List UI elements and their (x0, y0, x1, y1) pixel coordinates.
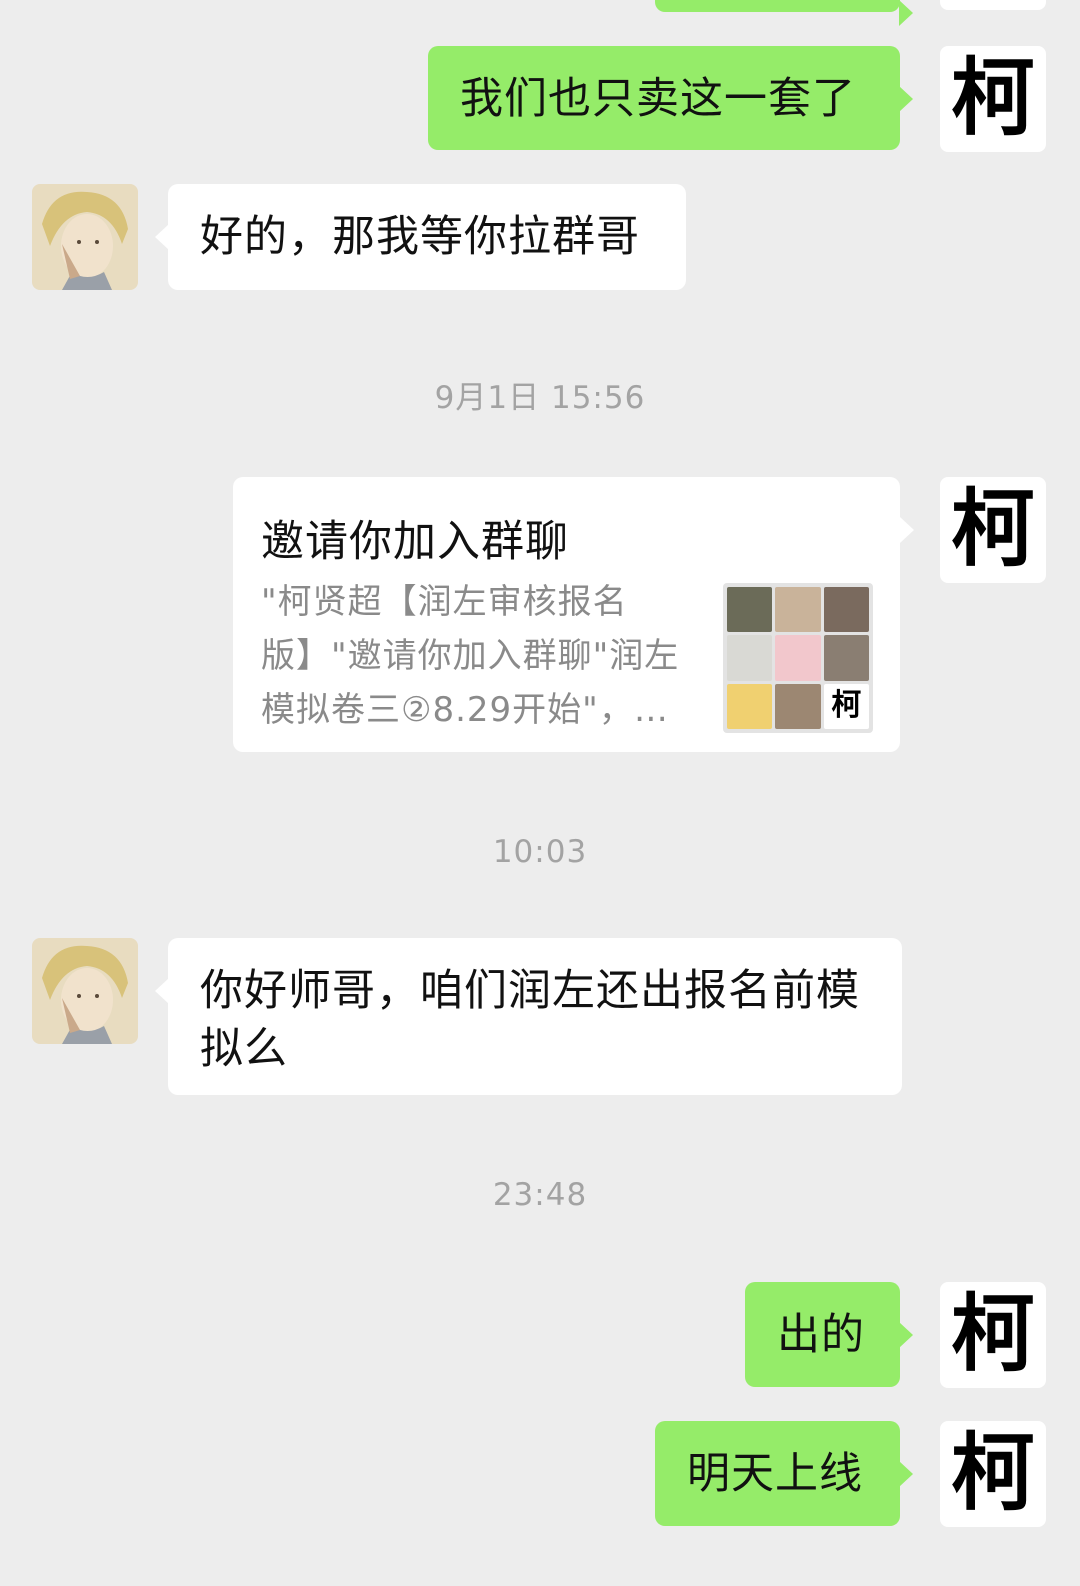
member-avatar (727, 683, 773, 729)
member-avatar: 柯 (823, 683, 869, 729)
group-avatar-grid: 柯 (723, 583, 873, 733)
timestamp: 9月1日 15:56 (434, 380, 646, 416)
message-text: 出的 (777, 1310, 865, 1360)
member-avatar (727, 587, 773, 633)
anime-portrait-icon (32, 938, 138, 1044)
invite-description: "柯贤超【润左审核报名版】"邀请你加入群聊"润左模拟卷三②8.29开始"，… (261, 582, 680, 730)
group-invite-card[interactable]: 邀请你加入群聊 "柯贤超【润左审核报名版】"邀请你加入群聊"润左模拟卷三②8.2… (233, 477, 900, 752)
my-avatar[interactable]: 柯 (940, 477, 1046, 583)
invite-title: 邀请你加入群聊 (261, 517, 569, 567)
received-message-bubble[interactable]: 好的，那我等你拉群哥 (155, 184, 686, 290)
my-avatar[interactable]: 柯 (940, 1282, 1046, 1388)
member-avatar (823, 587, 869, 633)
sent-message-bubble[interactable]: 我们也只卖这一套了 (428, 46, 913, 150)
previous-message-bubble[interactable] (655, 0, 913, 26)
contact-avatar[interactable] (32, 184, 138, 290)
message-text: 你好师哥，咱们润左还出报名前模拟么 (200, 966, 860, 1074)
message-text: 我们也只卖这一套了 (460, 74, 856, 124)
my-avatar[interactable]: 柯 (940, 1421, 1046, 1527)
avatar-glyph: 柯 (950, 48, 1035, 147)
contact-avatar[interactable] (32, 938, 138, 1044)
member-avatar (727, 635, 773, 681)
member-avatar (775, 587, 821, 633)
timestamp: 23:48 (492, 1177, 588, 1213)
anime-portrait-icon (32, 184, 138, 290)
sent-message-bubble[interactable]: 出的 (745, 1282, 913, 1387)
timestamp: 10:03 (492, 834, 588, 870)
sent-message-bubble[interactable]: 明天上线 (655, 1421, 913, 1526)
avatar-glyph: 柯 (950, 479, 1035, 578)
avatar-glyph: 柯 (950, 1423, 1035, 1522)
my-avatar[interactable] (940, 0, 1046, 10)
card-tail (900, 517, 914, 543)
member-avatar (775, 683, 821, 729)
received-message-bubble[interactable]: 你好师哥，咱们润左还出报名前模拟么 (155, 938, 902, 1095)
message-text: 明天上线 (687, 1449, 863, 1499)
message-text: 好的，那我等你拉群哥 (200, 212, 640, 262)
avatar-glyph: 柯 (831, 688, 862, 724)
my-avatar[interactable]: 柯 (940, 46, 1046, 152)
avatar-glyph: 柯 (950, 1284, 1035, 1383)
member-avatar (775, 635, 821, 681)
member-avatar (823, 635, 869, 681)
